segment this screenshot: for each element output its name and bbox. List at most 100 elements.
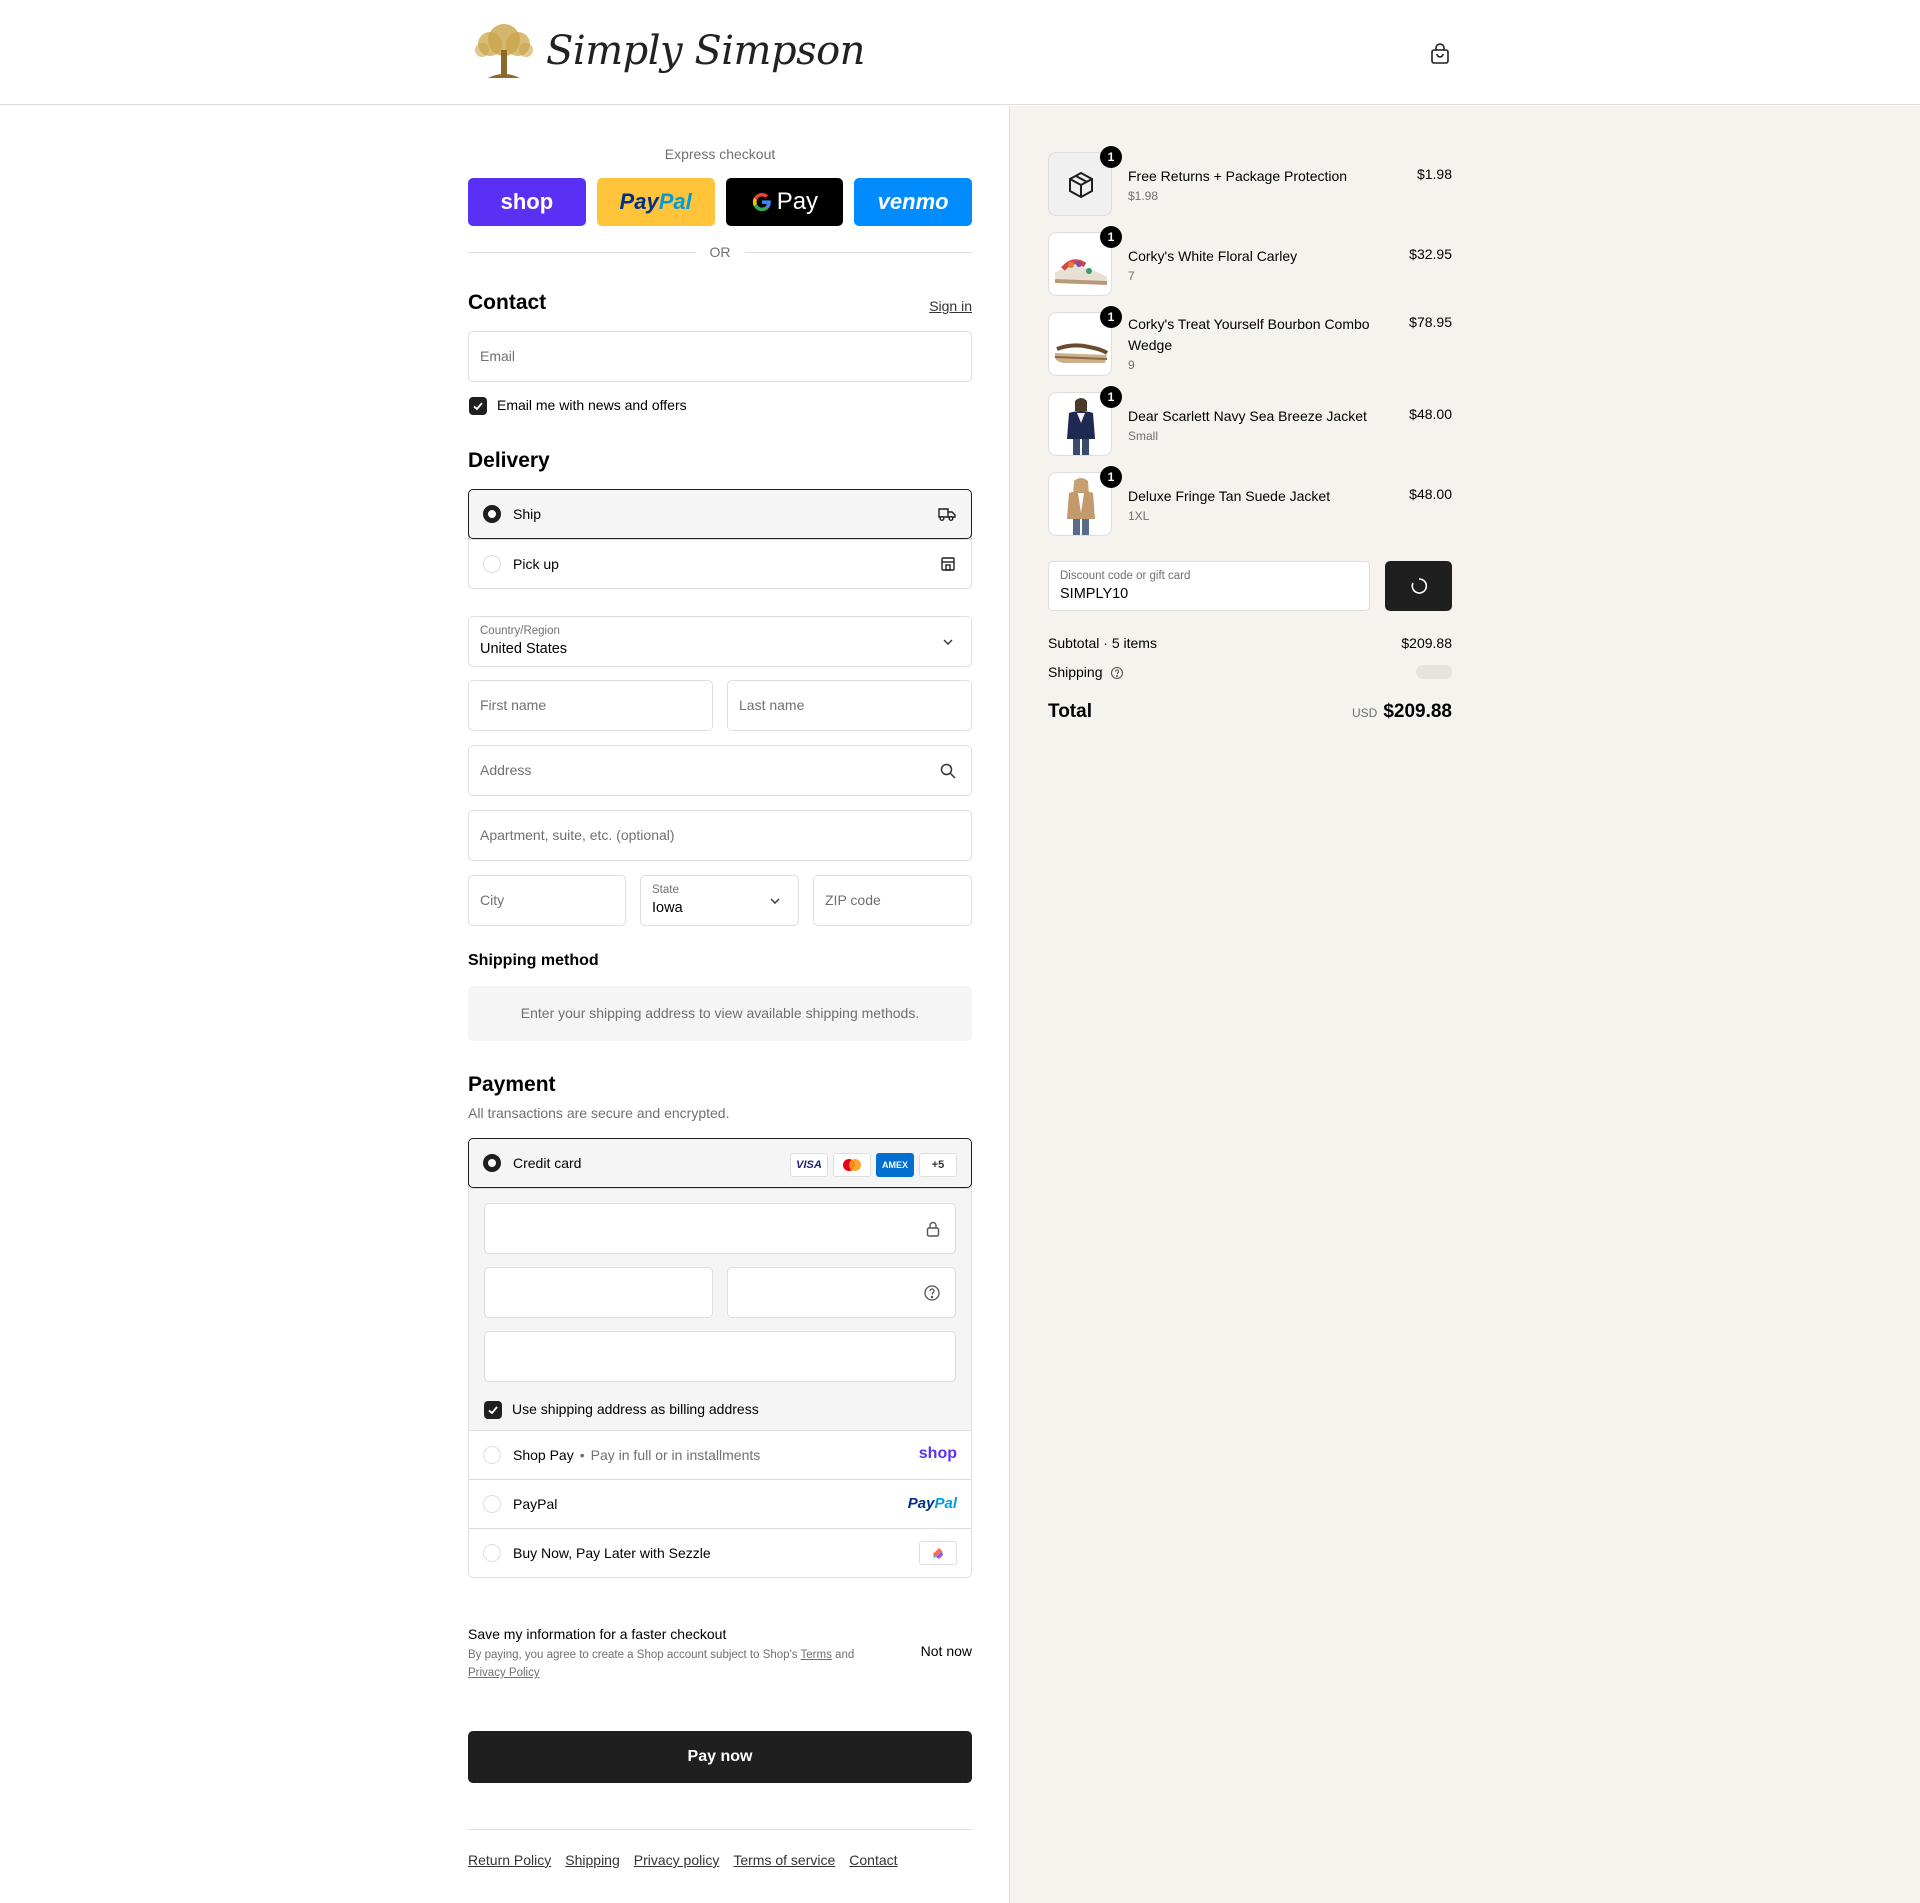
tree-logo-icon bbox=[475, 24, 533, 78]
credit-card-radio[interactable] bbox=[483, 1154, 501, 1172]
name-on-card-field[interactable] bbox=[484, 1331, 956, 1382]
zip-field[interactable]: ZIP code bbox=[813, 875, 972, 926]
shipping-label: Shipping bbox=[1048, 664, 1103, 680]
line-item: 1 Corky's White Floral Carley 7 $32.95 bbox=[1048, 226, 1452, 298]
terms-link[interactable]: Terms bbox=[801, 1649, 832, 1661]
shopping-bag-icon[interactable] bbox=[1428, 42, 1452, 66]
currency-code: USD bbox=[1351, 706, 1378, 720]
item-variant: $1.98 bbox=[1128, 189, 1159, 203]
shop-pay-radio[interactable] bbox=[483, 1446, 501, 1464]
apartment-placeholder: Apartment, suite, etc. (optional) bbox=[480, 827, 675, 843]
brand-logo[interactable]: Simply Simpson bbox=[468, 18, 865, 84]
shipping-method-message: Enter your shipping address to view avai… bbox=[468, 986, 972, 1041]
item-price: $1.98 bbox=[1416, 166, 1452, 182]
pickup-radio[interactable] bbox=[483, 555, 501, 573]
truck-icon bbox=[938, 508, 956, 521]
country-select[interactable]: Country/Region United States bbox=[468, 616, 972, 667]
shop-pay-logo: shop bbox=[918, 1445, 957, 1462]
help-circle-icon[interactable] bbox=[923, 1284, 941, 1302]
item-variant: 7 bbox=[1128, 269, 1135, 283]
email-field[interactable]: Email bbox=[468, 331, 972, 382]
google-pay-label: Pay bbox=[776, 188, 819, 215]
state-value: Iowa bbox=[652, 900, 683, 916]
zip-placeholder: ZIP code bbox=[825, 892, 881, 908]
paypal-logo-pal: Pal bbox=[934, 1495, 957, 1512]
news-checkbox[interactable] bbox=[469, 397, 487, 415]
country-label: Country/Region bbox=[480, 625, 560, 637]
checkmark-icon bbox=[473, 402, 483, 411]
pay-now-button[interactable]: Pay now bbox=[468, 1731, 972, 1783]
card-number-field[interactable] bbox=[484, 1203, 956, 1254]
line-item: 1 Deluxe Fringe Tan Suede Jacket 1XL $48… bbox=[1048, 466, 1452, 538]
express-checkout-title: Express checkout bbox=[664, 146, 776, 162]
shop-pay-logo: shop bbox=[500, 189, 554, 214]
delivery-option-pickup[interactable]: Pick up bbox=[469, 539, 971, 588]
item-name: Corky's Treat Yourself Bourbon Combo Wed… bbox=[1128, 316, 1370, 353]
payment-subtitle: All transactions are secure and encrypte… bbox=[468, 1105, 730, 1121]
shop-pay-subtitle: Pay in full or in installments bbox=[590, 1447, 761, 1463]
or-label: OR bbox=[709, 244, 731, 260]
billing-address-label: Use shipping address as billing address bbox=[512, 1401, 759, 1417]
payment-option-paypal[interactable]: PayPal PayPal bbox=[469, 1479, 971, 1528]
email-placeholder: Email bbox=[480, 348, 516, 364]
payment-option-shop-pay[interactable]: Shop Pay • Pay in full or in installment… bbox=[469, 1430, 971, 1479]
privacy-policy-link[interactable]: Privacy Policy bbox=[468, 1667, 540, 1679]
item-price: $32.95 bbox=[1409, 246, 1452, 262]
venmo-express-button[interactable]: venmo bbox=[854, 178, 972, 226]
shipping-value-loading bbox=[1416, 665, 1452, 679]
item-price: $48.00 bbox=[1409, 486, 1452, 502]
shop-pay-express-button[interactable]: shop bbox=[468, 178, 586, 226]
delivery-option-ship[interactable]: Ship bbox=[468, 489, 972, 539]
sezzle-radio[interactable] bbox=[483, 1544, 501, 1562]
state-select[interactable]: State Iowa bbox=[640, 875, 799, 926]
payment-option-sezzle[interactable]: Buy Now, Pay Later with Sezzle bbox=[469, 1528, 971, 1577]
help-circle-icon[interactable] bbox=[1110, 666, 1124, 680]
sign-in-link[interactable]: Sign in bbox=[929, 298, 972, 314]
terms-of-service-link[interactable]: Terms of service bbox=[733, 1852, 835, 1868]
item-name: Free Returns + Package Protection bbox=[1128, 168, 1348, 184]
visa-icon: VISA bbox=[790, 1153, 828, 1177]
contact-heading: Contact bbox=[468, 291, 547, 314]
subtotal-value: $209.88 bbox=[1401, 635, 1452, 651]
item-quantity-badge: 1 bbox=[1100, 306, 1122, 328]
return-policy-link[interactable]: Return Policy bbox=[468, 1852, 551, 1868]
privacy-policy-footer-link[interactable]: Privacy policy bbox=[634, 1852, 720, 1868]
not-now-button[interactable]: Not now bbox=[921, 1643, 972, 1659]
apartment-field[interactable]: Apartment, suite, etc. (optional) bbox=[468, 810, 972, 861]
shipping-link[interactable]: Shipping bbox=[565, 1852, 620, 1868]
address-field[interactable]: Address bbox=[468, 745, 972, 796]
apply-discount-button[interactable] bbox=[1385, 561, 1452, 611]
save-info-text: By paying, you agree to create a Shop ac… bbox=[468, 1646, 888, 1682]
line-item: 1 Corky's Treat Yourself Bourbon Combo W… bbox=[1048, 306, 1452, 378]
mastercard-icon bbox=[833, 1153, 871, 1177]
ship-radio[interactable] bbox=[483, 505, 501, 523]
search-icon[interactable] bbox=[939, 762, 957, 780]
payment-heading: Payment bbox=[468, 1073, 556, 1096]
first-name-field[interactable]: First name bbox=[468, 680, 713, 731]
city-field[interactable]: City bbox=[468, 875, 626, 926]
shop-pay-label: Shop Pay bbox=[513, 1447, 574, 1463]
footer-links: Return Policy Shipping Privacy policy Te… bbox=[468, 1852, 898, 1868]
last-name-placeholder: Last name bbox=[739, 697, 805, 713]
express-buttons: shop Pay Pal Pay venmo bbox=[468, 178, 972, 226]
credit-card-form: Use shipping address as billing address bbox=[469, 1188, 971, 1430]
checkmark-icon bbox=[488, 1406, 498, 1415]
discount-code-field[interactable]: Discount code or gift card SIMPLY10 bbox=[1048, 561, 1370, 611]
security-code-field[interactable] bbox=[727, 1267, 956, 1318]
total-row: Total USD $209.88 bbox=[1048, 701, 1452, 729]
paypal-express-button[interactable]: Pay Pal bbox=[596, 178, 715, 226]
payment-option-credit-card[interactable]: Credit card VISA AMEX +5 bbox=[468, 1138, 972, 1188]
billing-address-checkbox[interactable] bbox=[484, 1401, 502, 1419]
store-icon bbox=[941, 557, 955, 571]
google-pay-express-button[interactable]: Pay bbox=[725, 178, 844, 226]
brand-name: Simply Simpson bbox=[546, 28, 865, 74]
sezzle-icon bbox=[919, 1541, 957, 1565]
contact-link[interactable]: Contact bbox=[849, 1852, 897, 1868]
last-name-field[interactable]: Last name bbox=[727, 680, 972, 731]
payment-method-group: Credit card VISA AMEX +5 Use shipping ad… bbox=[468, 1138, 972, 1578]
address-placeholder: Address bbox=[480, 762, 532, 778]
paypal-radio[interactable] bbox=[483, 1495, 501, 1513]
country-value: United States bbox=[480, 641, 568, 657]
expiration-date-field[interactable] bbox=[484, 1267, 713, 1318]
or-divider: OR bbox=[468, 244, 972, 260]
